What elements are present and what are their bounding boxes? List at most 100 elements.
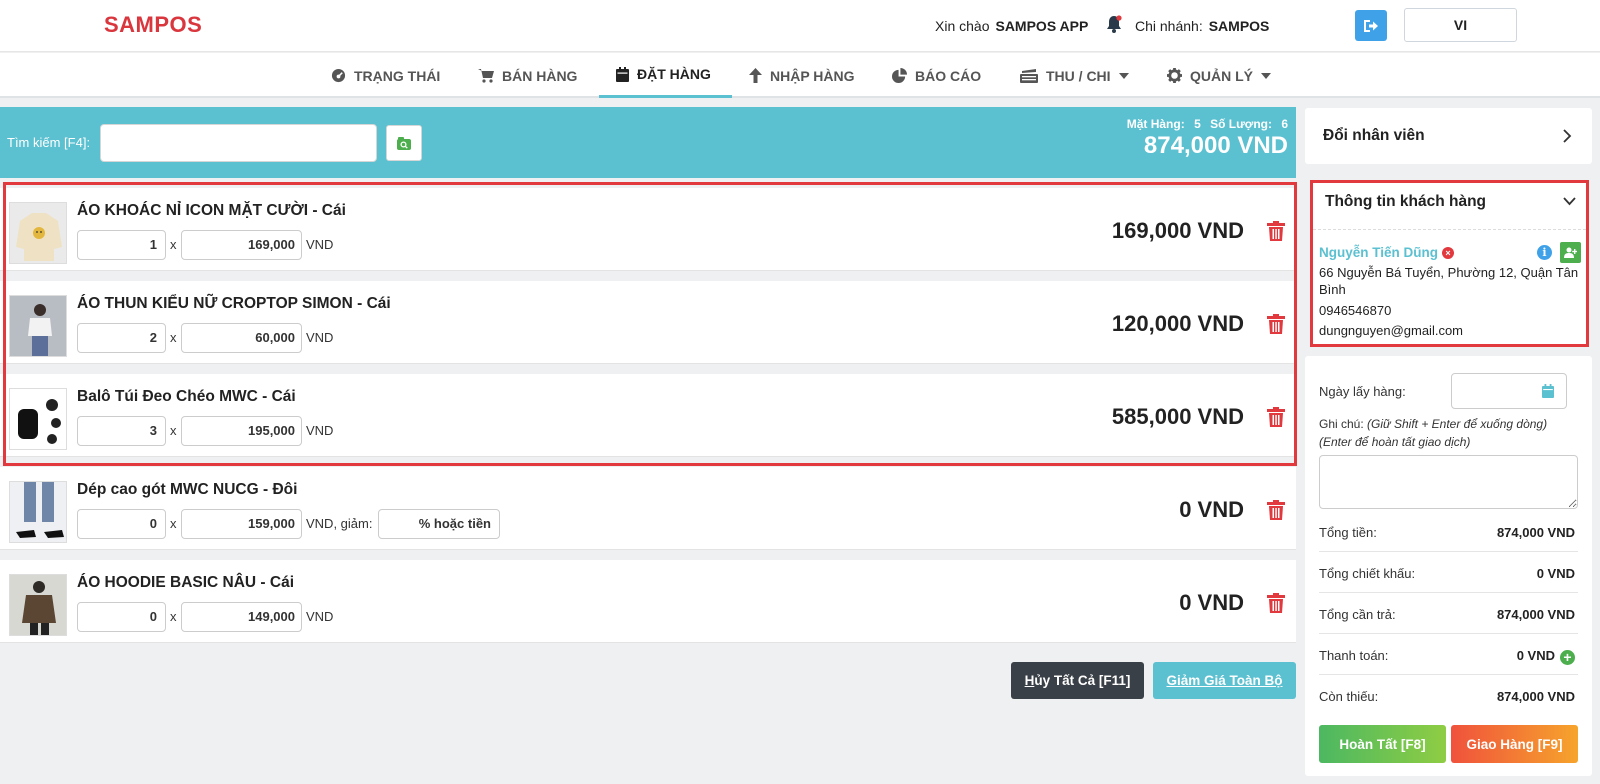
trash-icon[interactable] <box>1267 407 1285 427</box>
trash-icon[interactable] <box>1267 314 1285 334</box>
customer-name[interactable]: Nguyễn Tiến Dũng <box>1319 245 1438 260</box>
product-name: ÁO THUN KIỂU NỮ CROPTOP SIMON - Cái <box>77 295 391 312</box>
calendar-icon <box>1542 384 1554 398</box>
greeting-label: Xin chào <box>935 18 990 34</box>
summary-value: 0 VND <box>1516 648 1555 663</box>
cancel-label: ủy Tất Cả [F11] <box>1034 673 1131 688</box>
nav-trang-thai[interactable]: TRẠNG THÁI <box>331 53 440 98</box>
product-image-hoodie-brown <box>9 574 67 636</box>
product-row: Dép cao gót MWC NUCG - Đôi 0 x 159,000 V… <box>0 467 1296 550</box>
branch-name: SAMPOS <box>1208 18 1270 34</box>
pickup-date-label: Ngày lấy hàng: <box>1319 384 1406 399</box>
customer-email: dungnguyen@gmail.com <box>1319 323 1464 338</box>
search-icon <box>397 136 411 150</box>
summary-label: Tổng chiết khấu: <box>1319 566 1416 581</box>
chevron-right-icon <box>1563 129 1572 143</box>
summary-counts: Mặt Hàng: 5 Số Lượng: 6 <box>1121 117 1288 131</box>
multiply-sign: x <box>170 609 177 624</box>
product-row: Balô Túi Đeo Chéo MWC - Cái 3 x 195,000 … <box>0 374 1296 457</box>
qty-label: Số Lượng: <box>1210 117 1272 131</box>
chevron-down-icon <box>1261 72 1271 79</box>
quantity-input[interactable]: 1 <box>77 230 166 260</box>
dashboard-icon <box>331 68 346 83</box>
discount-all-button[interactable]: Giảm Giá Toàn Bộ <box>1153 662 1296 699</box>
cancel-hotkey: H <box>1024 673 1035 688</box>
currency-label: VND <box>306 330 334 345</box>
note-hint-shift: (Giữ Shift + Enter để xuống dòng) <box>1367 417 1548 431</box>
summary-row-payment: Thanh toán: 0 VND + <box>1319 634 1578 675</box>
price-input[interactable]: 169,000 <box>181 230 302 260</box>
summary-value: 0 VND <box>1536 566 1575 581</box>
remove-customer-icon[interactable]: × <box>1442 247 1454 259</box>
cart-icon <box>478 69 494 83</box>
summary-label: Tổng cần trả: <box>1319 607 1396 622</box>
trash-icon[interactable] <box>1267 221 1285 241</box>
price-input[interactable]: 195,000 <box>181 416 302 446</box>
search-input[interactable] <box>100 124 377 162</box>
search-button[interactable] <box>386 125 422 161</box>
summary-value: 874,000 VND <box>1496 525 1575 540</box>
trash-icon[interactable] <box>1267 593 1285 613</box>
quantity-input[interactable]: 3 <box>77 416 166 446</box>
nav-label: BÁN HÀNG <box>502 67 578 84</box>
nav-quan-ly[interactable]: QUẢN LÝ <box>1167 53 1271 98</box>
order-summary: Mặt Hàng: 5 Số Lượng: 6 874,000 VND <box>1121 117 1288 160</box>
price-input[interactable]: 149,000 <box>181 602 302 632</box>
user-name: SAMPOS APP <box>995 18 1089 34</box>
sign-out-icon <box>1364 19 1378 32</box>
multiply-sign: x <box>170 516 177 531</box>
ship-button[interactable]: Giao Hàng [F9] <box>1451 725 1578 763</box>
discount-input[interactable]: % hoặc tiền <box>378 509 500 539</box>
row-total: 0 VND <box>1179 590 1244 615</box>
product-row: ÁO HOODIE BASIC NÂU - Cái 0 x 149,000 VN… <box>0 560 1296 643</box>
finish-button[interactable]: Hoàn Tất [F8] <box>1319 725 1446 763</box>
pie-chart-icon <box>892 68 907 83</box>
nav-label: NHẬP HÀNG <box>770 67 855 84</box>
row-total: 120,000 VND <box>1111 311 1244 336</box>
multiply-sign: x <box>170 423 177 438</box>
summary-value-wrap: 0 VND + <box>1517 648 1575 665</box>
cancel-all-button[interactable]: Hủy Tất Cả [F11] <box>1011 662 1144 699</box>
quantity-input[interactable]: 0 <box>77 602 166 632</box>
nav-label: BÁO CÁO <box>915 67 982 84</box>
nav-thu-chi[interactable]: THU / CHI <box>1020 53 1129 98</box>
note-textarea[interactable] <box>1319 455 1578 509</box>
summary-label: Thanh toán: <box>1319 648 1389 663</box>
pickup-date-input[interactable] <box>1451 373 1567 409</box>
logout-button[interactable] <box>1355 10 1387 41</box>
currency-label: VND <box>306 237 334 252</box>
product-name: Balô Túi Đeo Chéo MWC - Cái <box>77 388 296 405</box>
calendar-icon <box>616 66 629 82</box>
price-input[interactable]: 159,000 <box>181 509 302 539</box>
add-payment-icon[interactable]: + <box>1560 650 1575 665</box>
nav-nhap-hang[interactable]: NHẬP HÀNG <box>749 53 855 98</box>
currency-label: VND <box>306 423 334 438</box>
trash-icon[interactable] <box>1267 500 1285 520</box>
change-employee-card[interactable]: Đổi nhân viên <box>1305 108 1592 164</box>
nav-dat-hang[interactable]: ĐẶT HÀNG <box>599 53 732 98</box>
search-label: Tìm kiếm [F4]: <box>7 135 91 150</box>
add-customer-button[interactable] <box>1560 242 1581 263</box>
product-image-backpack <box>9 388 67 450</box>
quantity-input[interactable]: 0 <box>77 509 166 539</box>
nav-ban-hang[interactable]: BÁN HÀNG <box>478 53 577 98</box>
customer-info-card: Thông tin khách hàng Nguyễn Tiến Dũng × … <box>1310 180 1589 347</box>
info-icon[interactable]: i <box>1537 245 1552 260</box>
gear-icon <box>1167 68 1182 83</box>
nav-bao-cao[interactable]: BÁO CÁO <box>892 53 981 98</box>
main-nav: TRẠNG THÁI BÁN HÀNG ĐẶT HÀNG NHẬP HÀNG B… <box>0 53 1600 98</box>
chevron-down-icon <box>1118 72 1129 79</box>
greeting: Xin chào SAMPOS APP <box>935 18 1088 34</box>
logo[interactable]: SAMPOS <box>104 12 202 38</box>
row-total: 169,000 VND <box>1111 218 1244 243</box>
summary-row-discount: Tổng chiết khấu: 0 VND <box>1319 552 1578 593</box>
customer-address: 66 Nguyễn Bá Tuyển, Phường 12, Quận Tân … <box>1319 265 1579 297</box>
price-input[interactable]: 60,000 <box>181 323 302 353</box>
quantity-input[interactable]: 2 <box>77 323 166 353</box>
language-selector[interactable]: VI <box>1404 8 1517 42</box>
summary-label: Còn thiếu: <box>1319 689 1379 704</box>
bell-icon[interactable] <box>1106 15 1122 33</box>
chevron-down-icon[interactable] <box>1563 197 1576 206</box>
multiply-sign: x <box>170 237 177 252</box>
qty-count: 6 <box>1281 117 1288 131</box>
